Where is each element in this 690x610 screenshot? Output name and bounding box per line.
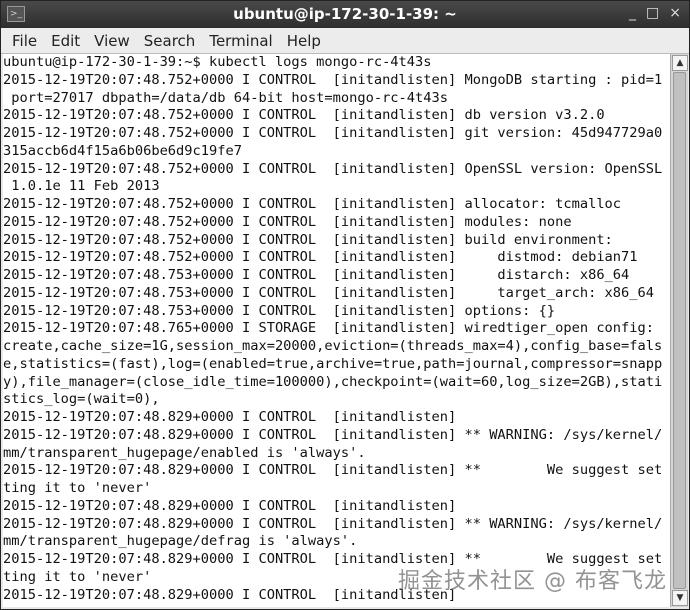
menu-view[interactable]: View — [87, 32, 137, 50]
terminal-line: 315accb6d4f15a6b06be6d9c19fe7 — [3, 142, 242, 159]
terminal-line: 2015-12-19T20:07:48.752+0000 I CONTROL [… — [3, 107, 605, 124]
terminal-line: 2015-12-19T20:07:48.752+0000 I CONTROL [… — [3, 125, 663, 141]
title-bar[interactable]: >_ ubuntu@ip-172-30-1-39: ~ _ □ × — [1, 1, 689, 28]
maximize-icon[interactable]: □ — [646, 5, 659, 21]
terminal-line: 2015-12-19T20:07:48.753+0000 I CONTROL [… — [3, 302, 556, 319]
terminal-line: 2015-12-19T20:07:48.752+0000 I CONTROL [… — [3, 213, 572, 230]
terminal-line: y),file_manager=(close_idle_time=100000)… — [3, 373, 663, 390]
menu-terminal[interactable]: Terminal — [202, 32, 279, 50]
terminal-line: ting it to 'never' — [3, 480, 152, 496]
close-icon[interactable]: × — [669, 5, 681, 21]
scrollbar-thumb[interactable] — [673, 72, 686, 589]
terminal-line: create,cache_size=1G,session_max=20000,e… — [3, 338, 663, 354]
terminal-line: 2015-12-19T20:07:48.752+0000 I CONTROL [… — [3, 231, 613, 248]
terminal-line: 1.0.1e 11 Feb 2013 — [3, 178, 160, 195]
terminal-line: port=27017 dbpath=/data/db 64-bit host=m… — [3, 89, 448, 106]
menu-bar: File Edit View Search Terminal Help — [1, 28, 689, 54]
terminal-line: 2015-12-19T20:07:48.829+0000 I CONTROL [… — [3, 409, 457, 425]
terminal-output[interactable]: ubuntu@ip-172-30-1-39:~$ kubectl logs mo… — [3, 54, 670, 607]
menu-file[interactable]: File — [5, 32, 44, 50]
menu-search[interactable]: Search — [137, 32, 203, 50]
terminal-line: 2015-12-19T20:07:48.753+0000 I CONTROL [… — [3, 284, 655, 301]
terminal-line: mm/transparent_hugepage/defrag is 'alway… — [3, 533, 358, 550]
terminal-line: 2015-12-19T20:07:48.752+0000 I CONTROL [… — [3, 196, 622, 212]
terminal-line: 2015-12-19T20:07:48.829+0000 I CONTROL [… — [3, 497, 457, 514]
scroll-down-icon[interactable]: ▼ — [672, 590, 688, 606]
terminal-line: 2015-12-19T20:07:48.752+0000 I CONTROL [… — [3, 71, 663, 88]
terminal-line: e,statistics=(fast),log=(enabled=true,ar… — [3, 355, 663, 372]
terminal-line: 2015-12-19T20:07:48.829+0000 I CONTROL [… — [3, 515, 663, 532]
minimize-icon[interactable]: _ — [629, 5, 636, 21]
menu-help[interactable]: Help — [280, 32, 328, 50]
scrollbar[interactable]: ▲ ▼ — [670, 54, 688, 607]
terminal-line: stics_log=(wait=0), — [3, 391, 160, 408]
terminal-window: >_ ubuntu@ip-172-30-1-39: ~ _ □ × File E… — [0, 0, 690, 610]
terminal-line: 2015-12-19T20:07:48.829+0000 I CONTROL [… — [3, 426, 663, 443]
terminal-line: 2015-12-19T20:07:48.829+0000 I CONTROL [… — [3, 462, 663, 479]
terminal-line: ubuntu@ip-172-30-1-39:~$ kubectl logs mo… — [3, 54, 432, 70]
window-title: ubuntu@ip-172-30-1-39: ~ — [233, 5, 457, 23]
terminal-line: 2015-12-19T20:07:48.765+0000 I STORAGE [… — [3, 320, 655, 337]
terminal-line: 2015-12-19T20:07:48.752+0000 I CONTROL [… — [3, 160, 663, 177]
scroll-up-icon[interactable]: ▲ — [672, 55, 688, 71]
terminal-line: mm/transparent_hugepage/enabled is 'alwa… — [3, 444, 366, 461]
menu-edit[interactable]: Edit — [44, 32, 87, 50]
terminal-line: 2015-12-19T20:07:48.752+0000 I CONTROL [… — [3, 249, 638, 266]
watermark: 掘金技术社区 @ 布客飞龙 — [398, 569, 667, 594]
terminal-line: 2015-12-19T20:07:48.753+0000 I CONTROL [… — [3, 267, 630, 283]
